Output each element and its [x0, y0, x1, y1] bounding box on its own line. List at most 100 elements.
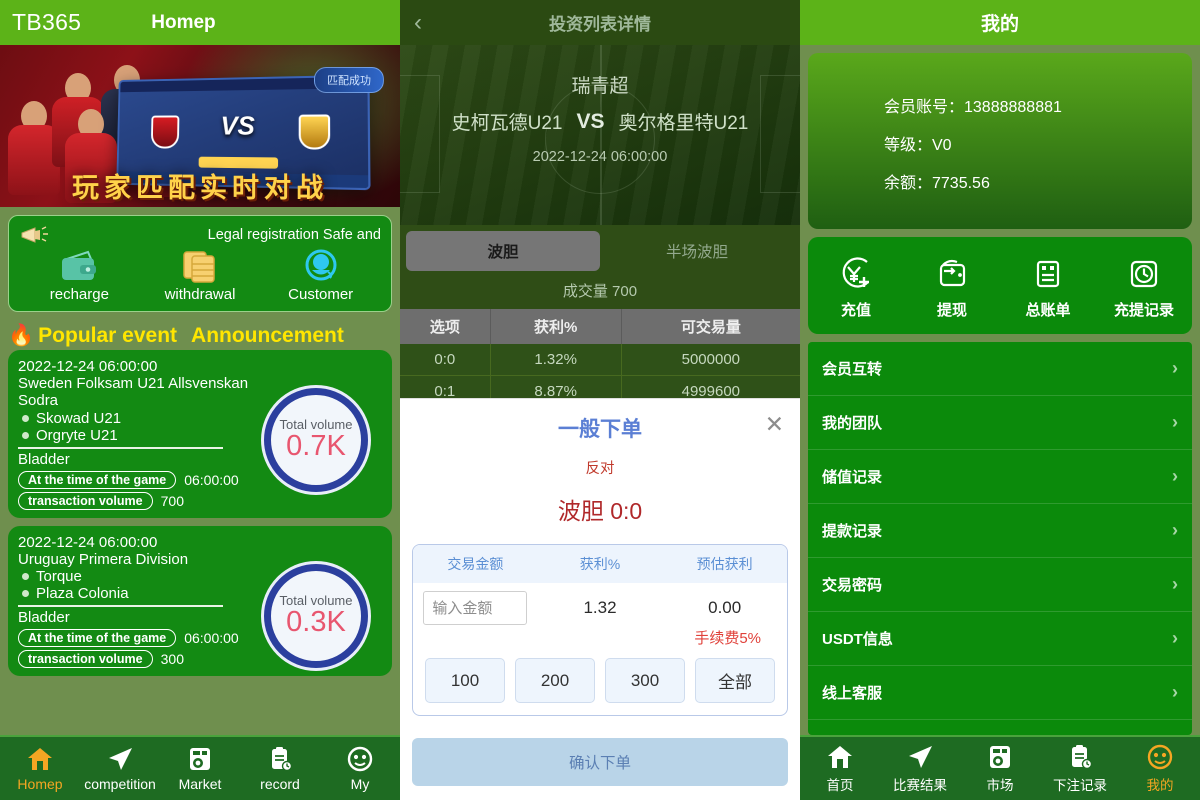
nav-my-cn[interactable]: 我的: [1120, 743, 1200, 794]
amount-input[interactable]: [423, 591, 528, 625]
menu-transaction-password[interactable]: 交易密码 ›: [808, 558, 1192, 612]
match-vs-label: VS: [576, 109, 605, 133]
kickoff-pill: At the time of the game: [18, 470, 177, 489]
section-title-popular: Popular event: [38, 324, 178, 347]
promo-marquee-text: Legal registration Safe and: [207, 227, 381, 243]
account-balance: 余额：7735.56: [884, 175, 990, 192]
menu-member-transfer[interactable]: 会员互转 ›: [808, 342, 1192, 396]
promo-shortcuts: recharge withdrawal Customer: [19, 248, 381, 303]
promo-card: Legal registration Safe and recharge wit…: [8, 215, 392, 312]
left-panel-home: TB365 Homep VS 匹配成功 玩家匹配实时对战 Legal regis…: [0, 0, 400, 800]
megaphone-icon: [19, 225, 49, 245]
menu-member-transfer-label: 会员互转: [822, 361, 883, 378]
nav-market-cn[interactable]: 市场: [960, 743, 1040, 794]
event-card[interactable]: 2022-12-24 06:00:00 Uruguay Primera Divi…: [8, 525, 392, 676]
match-datetime: 2022-12-24 06:00:00: [532, 149, 668, 165]
menu-deposit-records[interactable]: 储值记录 ›: [808, 450, 1192, 504]
hero-banner[interactable]: VS 匹配成功 玩家匹配实时对战: [0, 45, 400, 207]
promo-customer[interactable]: Customer: [260, 248, 381, 303]
quick-withdraw[interactable]: 提现: [904, 255, 1000, 320]
nav-my-cn-label: 我的: [1146, 778, 1174, 793]
odds-col-option: 选项: [400, 309, 491, 344]
quick-amount-all[interactable]: 全部: [695, 658, 775, 703]
order-column-headers: 交易金额 获利% 预估获利: [413, 545, 787, 583]
menu-deposit-records-label: 储值记录: [822, 469, 883, 486]
odds-available: 5000000: [621, 344, 800, 376]
kickoff-value: 06:00:00: [184, 629, 239, 646]
divider: [18, 604, 223, 607]
promo-recharge[interactable]: recharge: [19, 248, 140, 303]
nav-competition[interactable]: competition: [80, 745, 160, 792]
account-level: 等级：V0: [884, 137, 952, 154]
event-list: 2022-12-24 06:00:00 Sweden Folksam U21 A…: [0, 350, 400, 735]
fire-icon: 🔥: [8, 324, 35, 347]
kickoff-pill: At the time of the game: [18, 628, 177, 647]
menu-usdt-info-label: USDT信息: [822, 631, 893, 648]
nav-home[interactable]: Homep: [0, 745, 80, 792]
order-modal-title: 一般下单: [558, 418, 642, 441]
quick-amount-200[interactable]: 200: [515, 658, 595, 703]
close-icon[interactable]: ✕: [765, 413, 784, 436]
nav-bet-records-cn[interactable]: 下注记录: [1040, 743, 1120, 794]
promo-customer-label: Customer: [288, 286, 354, 303]
nav-home-cn[interactable]: 首页: [800, 743, 880, 794]
nav-market-cn-label: 市场: [986, 778, 1014, 793]
chevron-right-icon: ›: [1172, 412, 1178, 432]
menu-withdraw-records[interactable]: 提款记录 ›: [808, 504, 1192, 558]
profile-menu-list: 会员互转 › 我的团队 › 储值记录 › 提款记录 › 交易密码 › USDT信…: [808, 342, 1192, 735]
quick-amount-100[interactable]: 100: [425, 658, 505, 703]
quick-amount-300[interactable]: 300: [605, 658, 685, 703]
menu-my-team[interactable]: 我的团队 ›: [808, 396, 1192, 450]
nav-record-label: record: [260, 776, 300, 792]
clock-square-icon: [1096, 255, 1192, 293]
order-col-est-profit: 预估获利: [696, 556, 753, 572]
quick-withdraw-label: 提现: [936, 302, 967, 319]
page-title: Homep: [151, 11, 216, 33]
tab-halftime-correct-score[interactable]: 半场波胆: [600, 231, 794, 271]
quick-deposit-withdraw-history[interactable]: 充提记录: [1096, 255, 1192, 320]
nav-my[interactable]: My: [320, 745, 400, 792]
table-row[interactable]: 0:0 1.32% 5000000: [400, 344, 800, 376]
menu-withdraw-records-label: 提款记录: [822, 523, 883, 540]
nav-results-cn-label: 比赛结果: [893, 778, 947, 793]
order-amount-cell: [413, 591, 538, 625]
order-est-profit-value: 0.00: [708, 598, 742, 617]
nav-my-label: My: [350, 776, 370, 792]
nav-record[interactable]: record: [240, 745, 320, 792]
section-header: 🔥 Popular event Announcement: [0, 320, 400, 350]
nav-results-cn[interactable]: 比赛结果: [880, 743, 960, 794]
order-modal-header: 一般下单 ✕: [400, 399, 800, 447]
promo-withdrawal[interactable]: withdrawal: [140, 248, 261, 303]
market-icon: [160, 745, 240, 773]
promo-withdrawal-label: withdrawal: [164, 286, 236, 303]
event-volume-row: transaction volume 700: [18, 491, 382, 510]
event-away-team-label: Orgryte U21: [36, 426, 118, 444]
tab-correct-score[interactable]: 波胆: [406, 231, 600, 271]
menu-online-support[interactable]: 线上客服 ›: [808, 666, 1192, 720]
chevron-right-icon: ›: [1172, 682, 1178, 702]
wallet-icon: [19, 248, 140, 284]
volume-pill: transaction volume: [18, 649, 153, 668]
nav-market[interactable]: Market: [160, 745, 240, 792]
home-icon: [800, 743, 880, 771]
clipboard-clock-icon: [240, 745, 320, 773]
volume-value: 300: [160, 650, 184, 667]
menu-transaction-password-label: 交易密码: [822, 577, 883, 594]
kickoff-value: 06:00:00: [184, 471, 239, 488]
confirm-order-button[interactable]: 确认下单: [412, 738, 788, 786]
bullet-icon: [22, 572, 29, 580]
home-icon: [0, 745, 80, 773]
event-card[interactable]: 2022-12-24 06:00:00 Sweden Folksam U21 A…: [8, 350, 392, 518]
middle-header: ‹ 投资列表详情: [400, 0, 800, 45]
promo-marquee-row: Legal registration Safe and: [19, 222, 381, 248]
chevron-right-icon: ›: [1172, 466, 1178, 486]
order-col-amount: 交易金额: [447, 556, 504, 572]
quick-recharge[interactable]: 充值: [808, 255, 904, 320]
quick-bill[interactable]: 总账单: [1000, 255, 1096, 320]
bullet-icon: [22, 414, 29, 422]
profile-page-title: 我的: [980, 14, 1019, 35]
nav-market-label: Market: [178, 776, 222, 792]
face-icon: [320, 745, 400, 773]
menu-usdt-info[interactable]: USDT信息 ›: [808, 612, 1192, 666]
paperplane-icon: [880, 743, 960, 771]
